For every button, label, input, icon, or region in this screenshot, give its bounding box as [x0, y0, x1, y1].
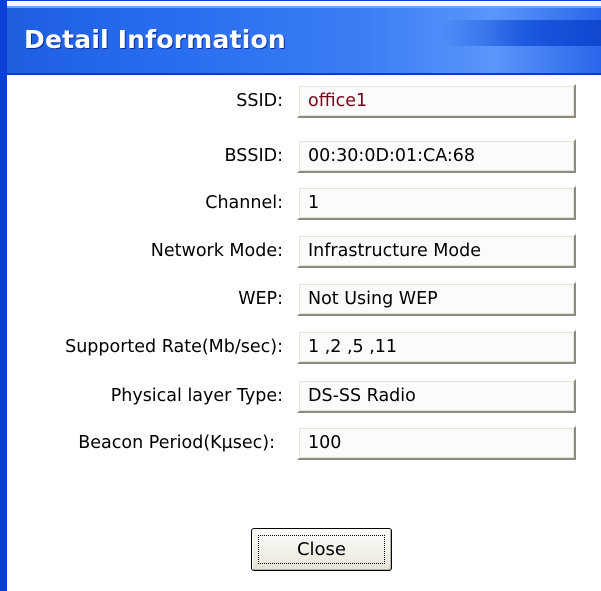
wep-label: WEP: — [238, 289, 283, 309]
network-mode-label: Network Mode: — [150, 241, 283, 261]
beacon-period-label: Beacon Period(Kµsec): — [78, 433, 275, 453]
wep-field[interactable]: Not Using WEP — [297, 282, 576, 316]
ssid-label: SSID: — [236, 91, 283, 111]
channel-label: Channel: — [205, 193, 283, 213]
physical-layer-type-label: Physical layer Type: — [110, 386, 283, 406]
bssid-label: BSSID: — [224, 146, 283, 166]
network-mode-field[interactable]: Infrastructure Mode — [297, 234, 576, 268]
beacon-period-field[interactable]: 100 — [297, 426, 576, 460]
close-button-label: Close — [258, 535, 385, 564]
channel-field[interactable]: 1 — [297, 186, 576, 220]
supported-rate-field[interactable]: 1 ,2 ,5 ,11 — [297, 330, 576, 364]
close-button[interactable]: Close — [251, 528, 392, 571]
title-bar[interactable]: Detail Information — [7, 6, 601, 75]
detail-information-dialog: Detail Information SSID: office1 BSSID: … — [0, 0, 601, 591]
physical-layer-type-field[interactable]: DS-SS Radio — [297, 379, 576, 413]
bssid-field[interactable]: 00:30:0D:01:CA:68 — [297, 139, 576, 173]
supported-rate-label: Supported Rate(Mb/sec): — [65, 337, 283, 357]
ssid-field[interactable]: office1 — [297, 84, 576, 118]
dialog-title: Detail Information — [24, 25, 286, 54]
